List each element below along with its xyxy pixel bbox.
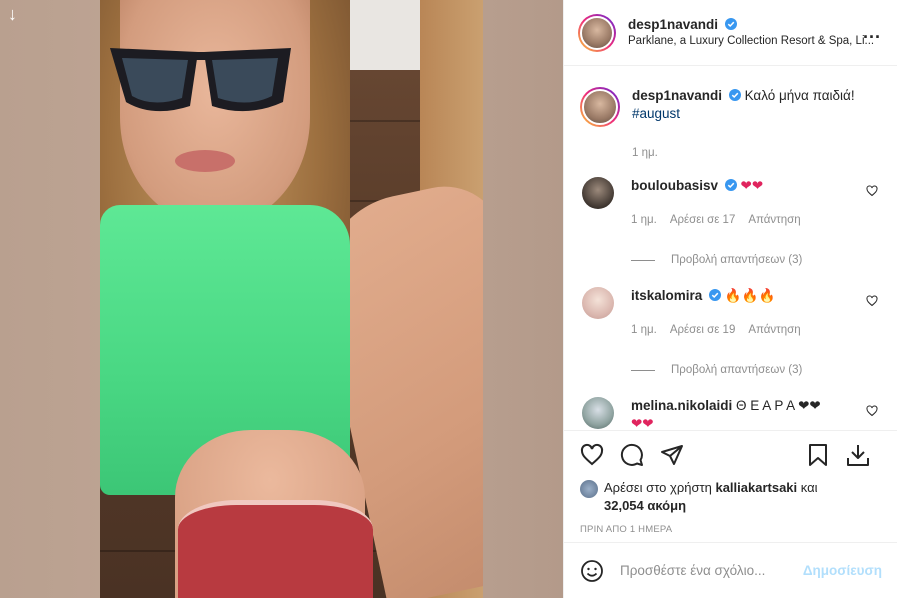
caption-time[interactable]: 1 ημ. <box>632 147 882 159</box>
action-bar <box>580 431 882 479</box>
view-replies-button[interactable]: Προβολή απαντήσεων (3) <box>631 251 851 269</box>
heart-icon[interactable] <box>580 443 604 467</box>
view-replies-label: Προβολή απαντήσεων (3) <box>671 254 803 266</box>
actions-section: Αρέσει στο χρήστη kalliakartsaki και 32,… <box>564 430 897 542</box>
view-replies-button[interactable]: Προβολή απαντήσεων (3) <box>631 361 851 379</box>
comment-likes[interactable]: Αρέσει σε 17 <box>670 211 736 229</box>
reply-button[interactable]: Απάντηση <box>748 211 800 229</box>
comment-text: ❤❤ <box>740 178 764 193</box>
comment-username[interactable]: itskalomira <box>631 288 702 303</box>
more-horizontal-icon[interactable]: ... <box>863 22 881 43</box>
heart-icon[interactable] <box>866 405 878 417</box>
avatar[interactable] <box>578 13 616 52</box>
bookmark-icon[interactable] <box>806 443 830 467</box>
comment-time[interactable]: 1 ημ. <box>631 211 657 229</box>
post-time[interactable]: ΠΡΙΝ ΑΠΟ 1 ΗΜΕΡΑ <box>580 524 882 535</box>
comment-item: melina.nikolaidi Θ Ε Α Ρ Α ❤❤ ❤❤ <box>580 397 882 430</box>
post-photo <box>100 0 483 598</box>
comment-text: Θ Ε Α Ρ Α ❤❤ <box>736 398 821 413</box>
likes-middle: και <box>800 480 818 495</box>
header-username[interactable]: desp1navandi <box>628 17 718 32</box>
verified-badge-icon <box>724 179 737 191</box>
avatar[interactable] <box>582 397 614 429</box>
comment-likes[interactable]: Αρέσει σε 19 <box>670 321 736 339</box>
likes-prefix: Αρέσει στο χρήστη <box>604 480 712 495</box>
avatar[interactable] <box>582 177 614 209</box>
heart-icon[interactable] <box>866 295 878 307</box>
comment-item: itskalomira 🔥🔥🔥 1 ημ. Αρέσει σε 19 Απάντ… <box>580 287 882 379</box>
caption-username[interactable]: desp1navandi <box>632 88 722 103</box>
comment-username[interactable]: melina.nikolaidi <box>631 398 732 413</box>
verified-badge-icon <box>728 89 741 101</box>
caption-text: Καλό μήνα παιδιά! <box>744 88 855 103</box>
location-link[interactable]: Parklane, a Luxury Collection Resort & S… <box>628 33 874 50</box>
likes-summary[interactable]: Αρέσει στο χρήστη kalliakartsaki και 32,… <box>580 479 882 515</box>
reply-button[interactable]: Απάντηση <box>748 321 800 339</box>
comment-time[interactable]: 1 ημ. <box>631 321 657 339</box>
verified-badge-icon <box>709 289 722 301</box>
add-comment-bar: Δημοσίευση <box>564 542 897 598</box>
comment-text: 🔥🔥🔥 <box>724 288 776 303</box>
caption: desp1navandi Καλό μήνα παιδιά! #august <box>580 67 882 127</box>
post-comment-button[interactable]: Δημοσίευση <box>803 563 882 578</box>
comment-item: bouloubasisv ❤❤ 1 ημ. Αρέσει σε 17 Απάντ… <box>580 177 882 269</box>
share-icon[interactable] <box>660 443 684 467</box>
likes-count[interactable]: 32,054 ακόμη <box>604 498 686 513</box>
arrow-down-icon[interactable]: ↓ <box>8 4 17 25</box>
emoji-icon[interactable] <box>580 559 604 583</box>
download-icon[interactable] <box>846 443 870 467</box>
comment-text-continued: ❤❤ <box>631 416 654 430</box>
comment-input[interactable] <box>620 563 803 578</box>
comment-icon[interactable] <box>620 443 644 467</box>
post-header: desp1navandi Parklane, a Luxury Collecti… <box>564 0 897 66</box>
avatar <box>580 480 598 498</box>
post-panel: desp1navandi Parklane, a Luxury Collecti… <box>563 0 897 598</box>
hashtag-link[interactable]: #august <box>632 106 680 121</box>
heart-icon[interactable] <box>866 185 878 197</box>
verified-badge-icon <box>724 17 737 30</box>
avatar[interactable] <box>582 287 614 319</box>
comments-list[interactable]: desp1navandi Καλό μήνα παιδιά! #august 1… <box>564 67 897 430</box>
avatar[interactable] <box>580 87 620 127</box>
likes-user[interactable]: kalliakartsaki <box>715 480 797 495</box>
comment-username[interactable]: bouloubasisv <box>631 178 718 193</box>
view-replies-label: Προβολή απαντήσεων (3) <box>671 364 803 376</box>
post-media[interactable]: ↓ <box>0 0 563 598</box>
